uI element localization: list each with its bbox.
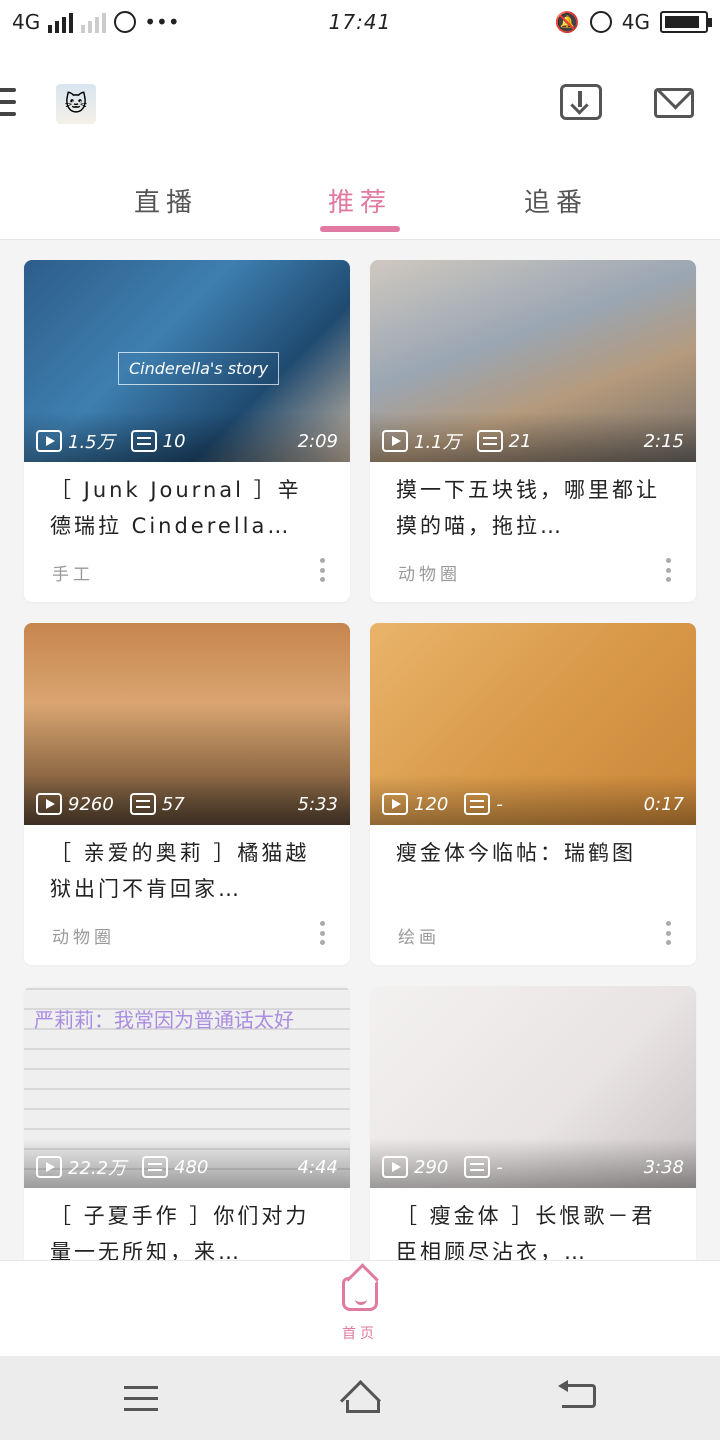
video-title[interactable]: 摸一下五块钱，哪里都让摸的喵，拖拉… (396, 472, 666, 544)
video-stats: 290 - 3:38 (382, 1154, 684, 1180)
tab-bangumi[interactable]: 追番 (496, 182, 616, 219)
view-count: 1.5万 (68, 432, 115, 453)
mail-icon[interactable] (654, 88, 694, 118)
video-category[interactable]: 动物圈 (52, 923, 115, 948)
back-icon[interactable] (558, 1380, 596, 1408)
play-count-icon (382, 430, 408, 452)
danmaku-count: - (496, 793, 503, 815)
battery-fill (665, 16, 699, 28)
danmaku-icon (464, 793, 491, 815)
view-count: 9260 (68, 793, 114, 815)
thumbnail-overlay-text: 严莉莉：我常因为普通话太好 (34, 1008, 294, 1032)
video-duration: 4:44 (297, 1156, 338, 1178)
video-card[interactable]: Cinderella's story 1.5万 10 2:09 ［ Junk J… (24, 260, 350, 602)
status-bar: 4G ••• 17:41 🔕 4G (0, 0, 720, 48)
bottom-nav: 首页 (0, 1260, 720, 1356)
video-title[interactable]: ［ Junk Journal ］辛德瑞拉 Cinderella… (50, 472, 320, 544)
danmaku-icon (142, 1156, 169, 1178)
system-nav-bar (0, 1356, 720, 1440)
video-card[interactable]: 9260 57 5:33 ［ 亲爱的奥莉 ］橘猫越狱出门不肯回家… 动物圈 (24, 623, 350, 965)
video-thumbnail[interactable]: 290 - 3:38 (370, 986, 696, 1188)
video-duration: 0:17 (643, 793, 684, 815)
header-divider (0, 239, 720, 240)
video-thumbnail[interactable]: 严莉莉：我常因为普通话太好 22.2万 480 4:44 (24, 986, 350, 1188)
danmaku-count: 480 (174, 1156, 209, 1178)
danmaku-count: 21 (508, 430, 532, 452)
home-icon[interactable] (342, 1277, 378, 1311)
system-home-icon[interactable] (336, 1382, 384, 1413)
view-count: 1.1万 (414, 432, 461, 453)
video-duration: 2:15 (643, 430, 684, 452)
alarm-icon (589, 11, 612, 33)
home-tab-label[interactable]: 首页 (0, 1323, 720, 1343)
video-title[interactable]: 瘦金体今临帖：瑞鹤图 (396, 835, 666, 871)
danmaku-icon (476, 430, 503, 452)
tab-live[interactable]: 直播 (106, 182, 226, 219)
more-options-icon[interactable] (666, 558, 672, 582)
tab-recommend[interactable]: 推荐 (300, 182, 420, 219)
view-count: 120 (414, 793, 449, 815)
video-duration: 3:38 (643, 1156, 684, 1178)
play-count-icon (382, 793, 408, 815)
view-count: 290 (414, 1156, 449, 1178)
video-stats: 1.5万 10 2:09 (36, 428, 338, 454)
video-stats: 22.2万 480 4:44 (36, 1154, 338, 1180)
play-count-icon (382, 1156, 408, 1178)
menu-icon[interactable] (0, 88, 16, 118)
video-category[interactable]: 动物圈 (398, 560, 461, 585)
video-thumbnail[interactable]: Cinderella's story 1.5万 10 2:09 (24, 260, 350, 462)
video-card[interactable]: 1.1万 21 2:15 摸一下五块钱，哪里都让摸的喵，拖拉… 动物圈 (370, 260, 696, 602)
danmaku-count: - (496, 1156, 503, 1178)
video-duration: 5:33 (297, 793, 338, 815)
network-right-label: 4G (621, 10, 650, 34)
video-thumbnail[interactable]: 9260 57 5:33 (24, 623, 350, 825)
more-options-icon[interactable] (320, 558, 326, 582)
more-options-icon[interactable] (320, 921, 326, 945)
more-options-icon[interactable] (666, 921, 672, 945)
video-category[interactable]: 绘画 (398, 923, 440, 948)
status-right: 🔕 4G (554, 10, 712, 34)
active-tab-indicator (320, 226, 400, 232)
battery-icon (660, 11, 712, 33)
play-count-icon (36, 430, 62, 452)
video-stats: 9260 57 5:33 (36, 791, 338, 817)
danmaku-icon (129, 793, 156, 815)
danmaku-icon (130, 430, 157, 452)
video-stats: 120 - 0:17 (382, 791, 684, 817)
danmaku-count: 57 (161, 793, 185, 815)
app-header: 🐱 直播 推荐 追番 (0, 48, 720, 240)
avatar[interactable]: 🐱 (56, 84, 96, 124)
play-count-icon (36, 1156, 62, 1178)
thumbnail-overlay-text: Cinderella's story (118, 352, 280, 385)
download-icon[interactable] (560, 84, 602, 120)
video-category[interactable]: 手工 (52, 560, 94, 585)
mute-icon: 🔕 (554, 10, 580, 34)
view-count: 22.2万 (68, 1158, 127, 1179)
video-title[interactable]: ［ 亲爱的奥莉 ］橘猫越狱出门不肯回家… (50, 835, 320, 907)
danmaku-icon (464, 1156, 491, 1178)
video-thumbnail[interactable]: 120 - 0:17 (370, 623, 696, 825)
play-count-icon (36, 793, 62, 815)
video-thumbnail[interactable]: 1.1万 21 2:15 (370, 260, 696, 462)
video-card[interactable]: 120 - 0:17 瘦金体今临帖：瑞鹤图 绘画 (370, 623, 696, 965)
recent-apps-icon[interactable] (124, 1386, 158, 1419)
video-duration: 2:09 (297, 430, 338, 452)
video-stats: 1.1万 21 2:15 (382, 428, 684, 454)
danmaku-count: 10 (162, 430, 186, 452)
